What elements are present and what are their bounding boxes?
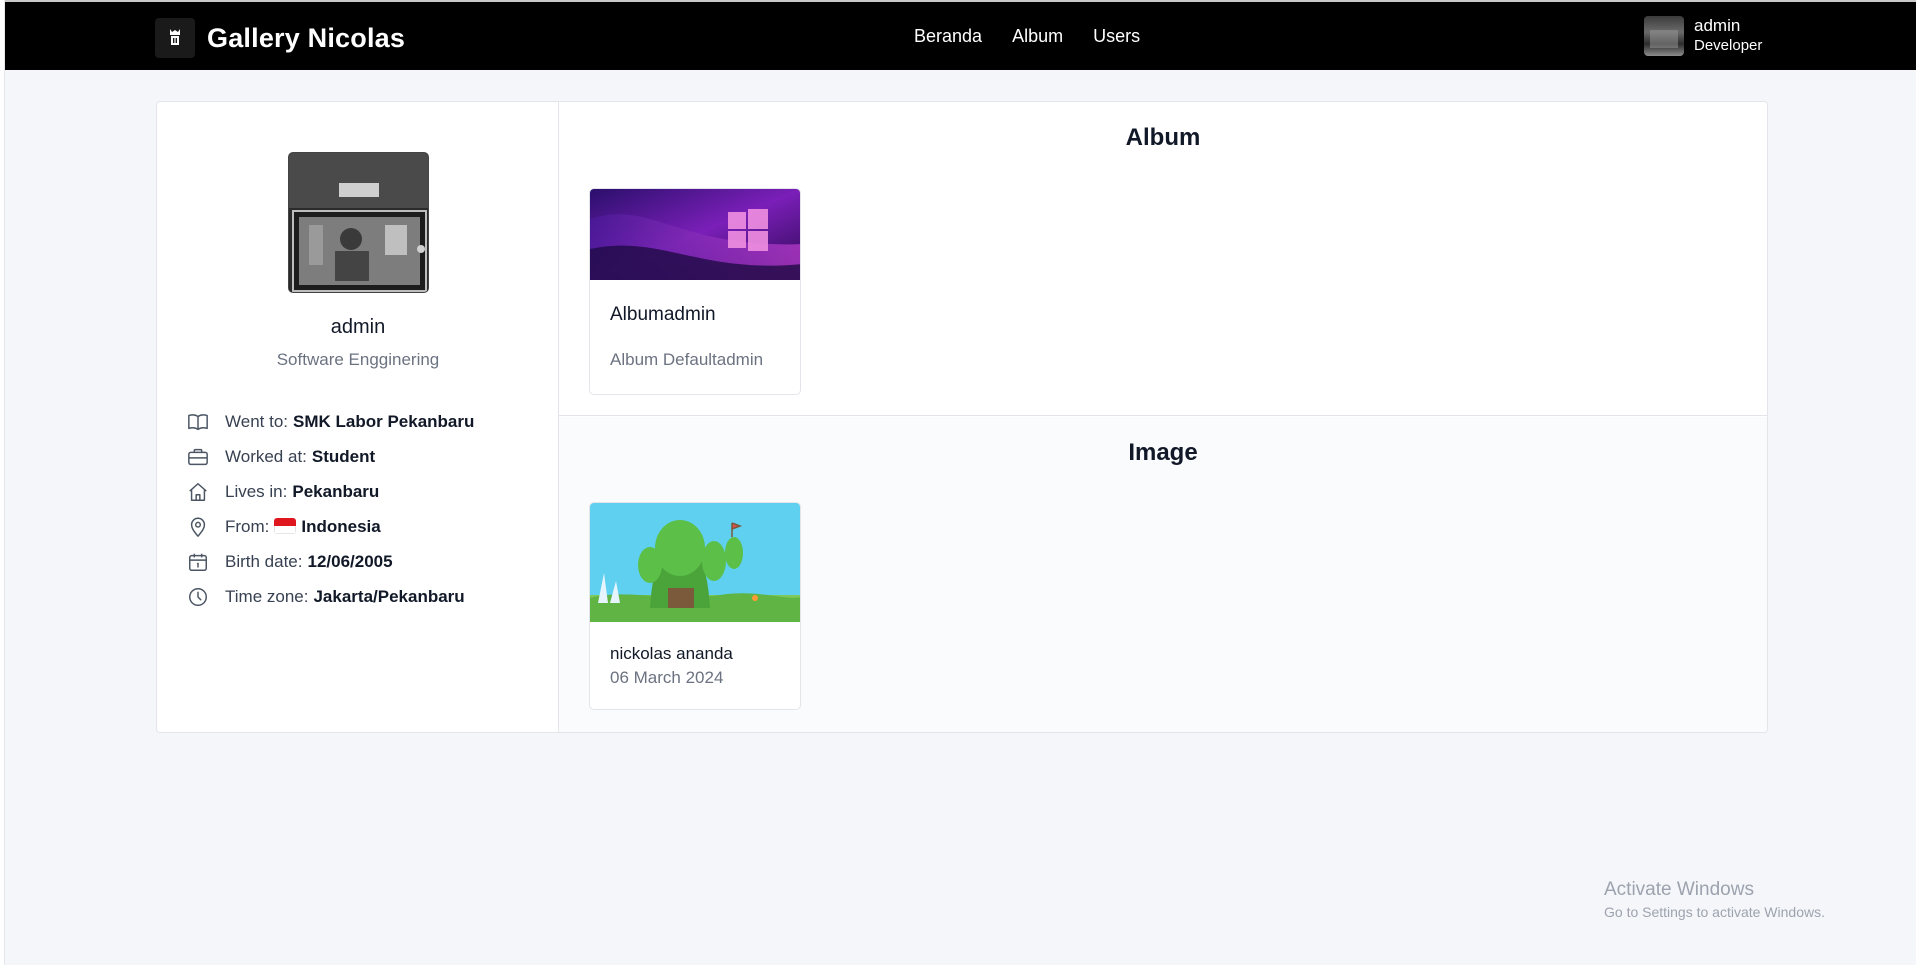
image-section: Image nickolas ananda 06 March 2024 xyxy=(559,417,1767,732)
user-avatar[interactable] xyxy=(1644,16,1684,56)
location-pin-icon xyxy=(187,516,209,538)
activate-windows-watermark: Activate Windows Go to Settings to activ… xyxy=(1604,879,1825,920)
info-item-work: Worked at: Student xyxy=(187,439,474,474)
image-section-title: Image xyxy=(1128,439,1198,466)
profile-subtitle: Software Engginering xyxy=(276,350,440,369)
info-label-school: Went to: xyxy=(225,411,288,431)
info-value-school: SMK Labor Pekanbaru xyxy=(293,411,475,431)
album-section-title: Album xyxy=(1125,124,1201,151)
album-description: Album Defaultadmin xyxy=(610,350,764,369)
user-menu[interactable]: admin Developer xyxy=(1644,16,1762,56)
info-label-birthdate: Birth date: xyxy=(225,551,303,571)
album-title: Albumadmin xyxy=(610,304,716,325)
nav-link-users[interactable]: Users xyxy=(1093,26,1140,47)
watermark-subtitle: Go to Settings to activate Windows. xyxy=(1604,904,1825,920)
image-card[interactable]: nickolas ananda 06 March 2024 xyxy=(589,502,801,710)
album-section: Album Albumadmin Album Defaultadmin xyxy=(559,102,1767,416)
info-item-origin: From: Indonesia xyxy=(187,509,474,544)
profile-card: admin Software Engginering Went to: SMK … xyxy=(156,101,1768,733)
briefcase-icon xyxy=(187,446,209,468)
info-value-timezone: Jakarta/Pekanbaru xyxy=(313,586,465,606)
user-role: Developer xyxy=(1694,37,1763,54)
info-label-timezone: Time zone: xyxy=(225,586,309,606)
clock-icon xyxy=(187,586,209,608)
info-item-school: Went to: SMK Labor Pekanbaru xyxy=(187,404,474,439)
info-value-residence: Pekanbaru xyxy=(292,481,380,501)
profile-name: admin xyxy=(330,316,386,338)
info-item-timezone: Time zone: Jakarta/Pekanbaru xyxy=(187,579,474,614)
info-value-work: Student xyxy=(311,446,376,466)
nav-link-album[interactable]: Album xyxy=(1012,26,1063,47)
brand-title: Gallery Nicolas xyxy=(207,22,406,53)
nav-link-beranda[interactable]: Beranda xyxy=(914,26,982,47)
profile-sidebar: admin Software Engginering Went to: SMK … xyxy=(157,102,559,732)
watermark-title: Activate Windows xyxy=(1604,879,1754,900)
album-card[interactable]: Albumadmin Album Defaultadmin xyxy=(589,188,801,395)
image-thumbnail xyxy=(590,503,800,622)
nav-links: Beranda Album Users xyxy=(914,26,1170,47)
profile-content: Album Albumadmin Album Defaultadmin Imag… xyxy=(559,102,1767,732)
image-author: nickolas ananda xyxy=(610,644,733,663)
info-label-work: Worked at: xyxy=(225,446,307,466)
user-name: admin xyxy=(1694,16,1741,35)
calendar-icon xyxy=(187,551,209,573)
profile-photo xyxy=(288,152,429,293)
info-item-residence: Lives in: Pekanbaru xyxy=(187,474,474,509)
user-info: admin Developer xyxy=(1694,16,1762,56)
info-item-birthdate: Birth date: 12/06/2005 xyxy=(187,544,474,579)
image-date: 06 March 2024 xyxy=(610,668,724,687)
brand-logo-icon xyxy=(155,18,195,58)
info-value-origin: Indonesia xyxy=(301,516,381,536)
info-label-residence: Lives in: xyxy=(225,481,288,501)
top-navbar: Gallery Nicolas Beranda Album Users admi… xyxy=(5,0,1916,70)
home-icon xyxy=(187,481,209,503)
profile-info-list: Went to: SMK Labor Pekanbaru Worked at: … xyxy=(187,404,474,614)
info-value-birthdate: 12/06/2005 xyxy=(307,551,393,571)
indonesia-flag-icon xyxy=(274,517,297,534)
page-frame: Gallery Nicolas Beranda Album Users admi… xyxy=(4,0,1916,965)
brand-link[interactable]: Gallery Nicolas xyxy=(155,18,405,58)
info-label-origin: From: xyxy=(225,516,270,536)
album-thumbnail xyxy=(590,189,800,280)
book-icon xyxy=(187,411,209,433)
